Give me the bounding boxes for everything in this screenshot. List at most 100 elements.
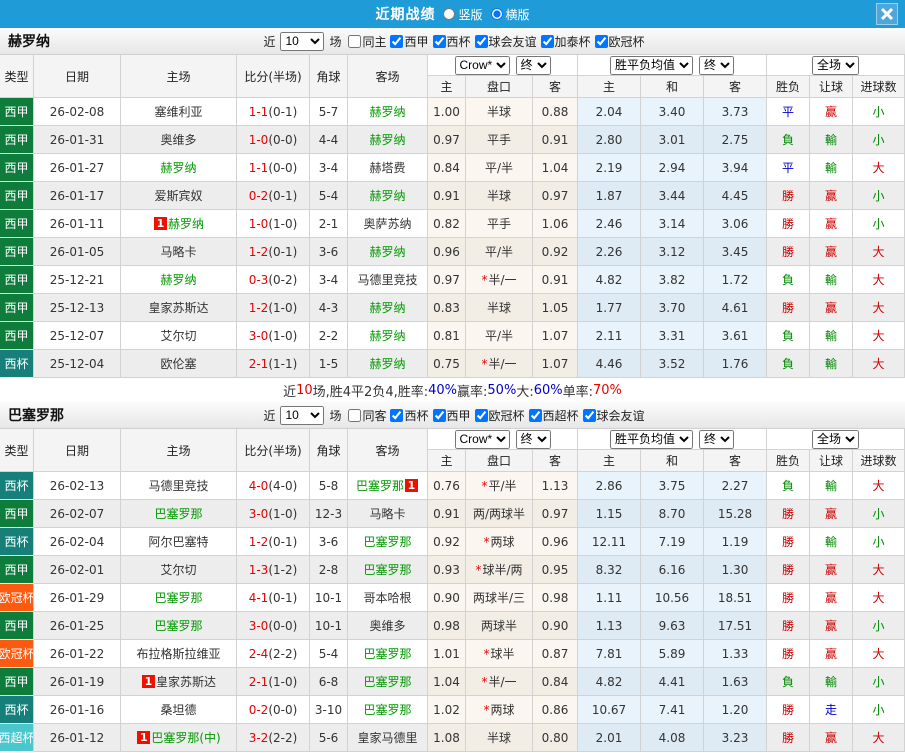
mean-home: 2.86 (578, 472, 641, 500)
result-outcome: 負 (767, 126, 810, 154)
fulltime-score: 1-2 (248, 300, 269, 315)
mean-away: 15.28 (704, 500, 767, 528)
mean-type-select[interactable]: 胜平负均值 (610, 55, 693, 75)
odds-away: 1.13 (533, 472, 578, 500)
handicap-star: * (481, 356, 488, 371)
team-label: 马略卡 (160, 245, 197, 259)
layout-radio-vertical-input[interactable] (443, 8, 456, 20)
league-checkbox[interactable] (474, 34, 488, 48)
result-handicap: 輸 (810, 322, 853, 350)
league-checkbox[interactable] (582, 408, 596, 422)
mean-away: 17.51 (704, 612, 767, 640)
result-outcome: 勝 (767, 238, 810, 266)
league-filter[interactable]: 西杯 (388, 407, 429, 424)
handicap-star: * (481, 674, 488, 689)
handicap-text: 半球 (486, 301, 511, 315)
match-score: 1-2 (0-1) (237, 528, 310, 556)
league-filter[interactable]: 欧冠杯 (473, 407, 525, 424)
team-label: 巴塞罗那 (154, 619, 203, 633)
odds-time-select[interactable]: 终 (515, 55, 551, 75)
team-label: 奥萨苏纳 (363, 217, 412, 231)
handicap: 半球 (466, 182, 533, 210)
match-date: 25-12-13 (34, 294, 121, 322)
summary-part: 10 (296, 382, 313, 398)
odds-time-select[interactable]: 终 (515, 429, 551, 449)
mean-draw: 7.41 (641, 696, 704, 724)
scope-select[interactable]: 全场 (812, 429, 859, 449)
league-checkbox[interactable] (528, 408, 542, 422)
home-team: 赫罗纳 (121, 266, 237, 294)
mean-type-select[interactable]: 胜平负均值 (610, 429, 693, 449)
column-header: 客场 (348, 429, 428, 472)
match-date: 26-02-01 (34, 556, 121, 584)
result-outcome: 負 (767, 668, 810, 696)
odds-home: 0.91 (428, 182, 466, 210)
mean-time-select[interactable]: 终 (699, 429, 734, 449)
away-team: 赫罗纳 (348, 182, 428, 210)
match-count-select[interactable]: 10 (280, 31, 325, 51)
result-goals: 大 (853, 238, 905, 266)
result-outcome: 負 (767, 266, 810, 294)
column-header: 客场 (348, 55, 428, 98)
same-side-label: 同主 (362, 34, 387, 49)
match-count-select[interactable]: 10 (280, 405, 325, 425)
team-label: 赫罗纳 (369, 357, 406, 371)
fulltime-score: 1-1 (248, 104, 269, 119)
league-checkbox[interactable] (390, 408, 404, 422)
handicap: * 半/一 (466, 266, 533, 294)
same-side-filter[interactable]: 同客 (346, 407, 386, 424)
same-side-checkbox[interactable] (348, 34, 362, 48)
league-filter[interactable]: 西甲 (388, 33, 429, 50)
league-filter[interactable]: 西杯 (431, 33, 471, 50)
match-date: 25-12-07 (34, 322, 121, 350)
league-filter[interactable]: 球会友谊 (581, 407, 645, 424)
match-date: 26-01-16 (34, 696, 121, 724)
handicap-text: 球半/两 (482, 563, 523, 577)
mean-away: 3.23 (704, 724, 767, 752)
same-side-filter[interactable]: 同主 (346, 33, 386, 50)
fulltime-score: 3-0 (248, 618, 269, 633)
league-filter[interactable]: 欧冠杯 (593, 33, 645, 50)
league-checkbox[interactable] (540, 34, 554, 48)
handicap-text: 平/半 (484, 329, 514, 343)
fulltime-score: 1-0 (248, 216, 269, 231)
result-outcome: 勝 (767, 724, 810, 752)
halftime-score: (1-0) (268, 328, 298, 343)
league-filter[interactable]: 西甲 (431, 407, 471, 424)
odds-away: 0.80 (533, 724, 578, 752)
mean-away: 1.76 (704, 350, 767, 378)
near-label: 近 (263, 34, 276, 49)
odds-home: 0.97 (428, 266, 466, 294)
odds-select-group: Crow* 终 (428, 55, 578, 76)
summary-part: 60% (533, 382, 563, 398)
mean-away: 3.06 (704, 210, 767, 238)
home-team: 皇家苏斯达 (121, 294, 237, 322)
league-checkbox[interactable] (474, 408, 488, 422)
league-filter[interactable]: 西超杯 (527, 407, 579, 424)
mean-away: 2.27 (704, 472, 767, 500)
handicap-star: * (483, 534, 490, 549)
league-checkbox[interactable] (594, 34, 608, 48)
league-checkbox[interactable] (390, 34, 404, 48)
result-goals: 大 (853, 640, 905, 668)
layout-radio-vertical[interactable]: 竖版 (443, 6, 483, 23)
scope-select[interactable]: 全场 (812, 55, 859, 75)
league-checkbox[interactable] (432, 34, 446, 48)
mean-time-select[interactable]: 终 (699, 55, 734, 75)
league-filter[interactable]: 加泰杯 (539, 33, 591, 50)
odds-company-select[interactable]: Crow* (454, 55, 510, 75)
odds-company-select[interactable]: Crow* (454, 429, 510, 449)
league-type-badge: 西甲 (0, 210, 34, 238)
mean-away: 3.45 (704, 238, 767, 266)
layout-radio-horizontal[interactable]: 横版 (490, 6, 530, 23)
league-filter[interactable]: 球会友谊 (473, 33, 537, 50)
same-side-checkbox[interactable] (348, 408, 362, 422)
mean-away: 1.20 (704, 696, 767, 724)
layout-radio-horizontal-input[interactable] (490, 8, 503, 20)
odds-home: 0.92 (428, 528, 466, 556)
home-team: 艾尔切 (121, 556, 237, 584)
league-type-badge: 西甲 (0, 556, 34, 584)
fulltime-score: 2-4 (248, 646, 269, 661)
close-button[interactable] (876, 3, 898, 25)
league-checkbox[interactable] (432, 408, 446, 422)
